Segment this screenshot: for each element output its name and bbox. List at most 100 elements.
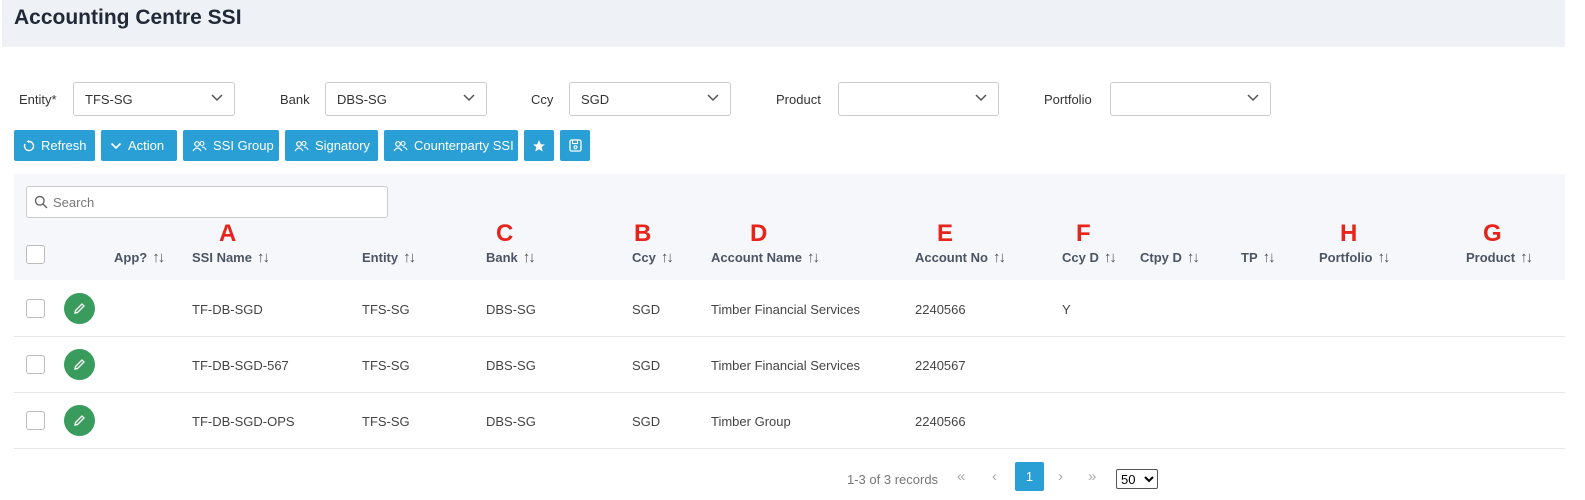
search-input[interactable] [53, 191, 373, 213]
col-header-account-no[interactable]: Account No ↑↓ [915, 249, 1006, 266]
save-icon [568, 139, 582, 152]
refresh-button[interactable]: Refresh [14, 130, 95, 161]
marker-account-name: D [750, 220, 768, 247]
col-header-ccy[interactable]: Ccy ↑↓ [632, 249, 674, 266]
page-button-current[interactable]: 1 [1015, 462, 1044, 491]
cell-bank: DBS-SG [486, 302, 536, 317]
ccy-select-value: SGD [581, 92, 610, 107]
cell-entity: TFS-SG [362, 358, 410, 373]
search-box[interactable] [26, 186, 388, 218]
col-label: Portfolio [1319, 250, 1373, 265]
sort-icon: ↑↓ [522, 249, 536, 266]
cell-entity: TFS-SG [362, 302, 410, 317]
sort-icon: ↑↓ [1186, 249, 1200, 266]
col-label: SSI Name [192, 250, 252, 265]
cell-account-name: Timber Financial Services [711, 358, 861, 373]
action-button[interactable]: Action [101, 130, 177, 161]
bank-label: Bank [280, 92, 310, 107]
marker-portfolio: H [1340, 220, 1358, 247]
prev-page-button[interactable]: ‹ [992, 468, 997, 485]
sort-icon: ↑↓ [1520, 249, 1533, 266]
favorite-button[interactable] [524, 130, 554, 161]
action-label: Action [128, 138, 165, 153]
chevron-down-icon [211, 94, 223, 102]
paginator-info: 1-3 of 3 records [847, 472, 939, 487]
counterparty-ssi-label: Counterparty SSI [414, 138, 514, 153]
cell-ssi-name: TF-DB-SGD-567 [192, 358, 289, 373]
signatory-label: Signatory [315, 138, 370, 153]
refresh-icon [23, 139, 35, 151]
signatory-button[interactable]: Signatory [285, 130, 378, 161]
portfolio-select[interactable] [1110, 82, 1271, 116]
col-label: App? [114, 250, 148, 265]
counterparty-ssi-button[interactable]: Counterparty SSI [384, 130, 518, 161]
row-divider [14, 448, 1565, 449]
product-select[interactable] [838, 82, 999, 116]
col-label: Bank [486, 250, 518, 265]
cell-account-no: 2240566 [915, 302, 966, 317]
sort-icon: ↑↓ [660, 249, 674, 266]
entity-select[interactable]: TFS-SG [73, 82, 235, 116]
page-size-select[interactable]: 50 [1116, 469, 1158, 489]
sort-icon: ↑↓ [152, 249, 165, 266]
col-header-ccy-d[interactable]: Ccy D ↑↓ [1062, 249, 1117, 266]
edit-button[interactable] [64, 405, 95, 436]
edit-button[interactable] [64, 293, 95, 324]
row-divider [14, 392, 1565, 393]
first-page-button[interactable]: « [957, 468, 965, 485]
page-header: Accounting Centre SSI [2, 0, 1565, 47]
col-header-account-name[interactable]: Account Name ↑↓ [711, 249, 820, 266]
portfolio-label: Portfolio [1044, 92, 1092, 107]
cell-ccy: SGD [632, 358, 661, 373]
cell-ssi-name: TF-DB-SGD [192, 302, 263, 317]
ccy-select[interactable]: SGD [569, 82, 731, 116]
cell-ccy-d: Y [1062, 302, 1071, 317]
sort-icon: ↑↓ [403, 249, 416, 266]
marker-ccy: B [634, 220, 652, 247]
col-header-tp[interactable]: TP ↑↓ [1241, 249, 1276, 266]
row-checkbox[interactable] [26, 299, 45, 318]
select-all-checkbox[interactable] [26, 245, 45, 264]
col-header-portfolio[interactable]: Portfolio ↑↓ [1319, 249, 1390, 266]
save-button[interactable] [560, 130, 590, 161]
cell-account-no: 2240567 [915, 358, 966, 373]
col-label: Entity [362, 250, 399, 265]
bank-select[interactable]: DBS-SG [325, 82, 487, 116]
page-title: Accounting Centre SSI [14, 6, 242, 29]
product-label: Product [776, 92, 821, 107]
cell-account-name: Timber Financial Services [711, 302, 861, 317]
chevron-down-icon [1247, 94, 1259, 102]
users-icon [294, 140, 309, 151]
col-header-product[interactable]: Product ↑↓ [1466, 249, 1533, 266]
ssi-group-button[interactable]: SSI Group [183, 130, 279, 161]
col-label: Product [1466, 250, 1516, 265]
users-icon [393, 140, 408, 151]
edit-button[interactable] [64, 349, 95, 380]
col-label: TP [1241, 250, 1258, 265]
refresh-label: Refresh [41, 138, 87, 153]
col-header-ssi-name[interactable]: SSI Name ↑↓ [192, 249, 270, 266]
col-label: Ctpy D [1140, 250, 1182, 265]
next-page-button[interactable]: › [1058, 468, 1063, 485]
sort-icon: ↑↓ [992, 249, 1006, 266]
chevron-down-icon [975, 94, 987, 102]
cell-ssi-name: TF-DB-SGD-OPS [192, 414, 295, 429]
cell-ccy: SGD [632, 414, 661, 429]
entity-label: Entity* [19, 92, 57, 107]
last-page-button[interactable]: » [1088, 468, 1096, 485]
col-header-bank[interactable]: Bank ↑↓ [486, 249, 536, 266]
cell-bank: DBS-SG [486, 414, 536, 429]
col-label: Ccy D [1062, 250, 1099, 265]
cell-entity: TFS-SG [362, 414, 410, 429]
col-header-entity[interactable]: Entity ↑↓ [362, 249, 416, 266]
sort-icon: ↑↓ [256, 249, 270, 266]
row-checkbox[interactable] [26, 355, 45, 374]
chevron-down-icon [110, 142, 122, 149]
col-header-ctpy-d[interactable]: Ctpy D ↑↓ [1140, 249, 1200, 266]
pencil-icon [74, 303, 85, 314]
row-checkbox[interactable] [26, 411, 45, 430]
cell-bank: DBS-SG [486, 358, 536, 373]
bank-select-value: DBS-SG [337, 92, 387, 107]
sort-icon: ↑↓ [1262, 249, 1276, 266]
col-header-app[interactable]: App? ↑↓ [114, 249, 165, 266]
